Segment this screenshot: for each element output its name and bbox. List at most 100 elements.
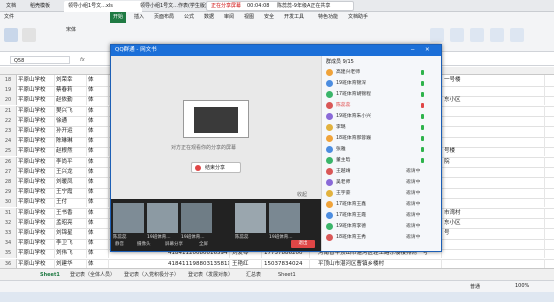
menu-view[interactable]: 视图 (244, 12, 254, 23)
sheet-tab[interactable]: 登记表（入党积极分子） (124, 271, 179, 280)
row-number[interactable]: 25 (0, 146, 17, 157)
cell-name[interactable]: 刘荣幸 (56, 75, 87, 85)
cell-name[interactable]: 李尚平 (56, 156, 87, 167)
cell-type[interactable]: 体 (88, 217, 109, 228)
menu-insert[interactable]: 插入 (134, 12, 144, 23)
cut-icon[interactable] (22, 28, 36, 42)
cell-address[interactable] (444, 85, 545, 96)
cell-school[interactable]: 平原山学校 (18, 115, 55, 126)
cell-address[interactable] (444, 126, 545, 136)
member-item[interactable]: 19班体育李德 邀请中 (326, 222, 438, 231)
video-tile[interactable] (181, 203, 212, 233)
cell-school[interactable]: 平原山学校 (18, 217, 55, 228)
row-number[interactable]: 24 (0, 136, 17, 147)
cell-type[interactable]: 体 (88, 85, 109, 96)
member-item[interactable]: 17班体育王霞 邀请中 (326, 211, 438, 220)
row-number[interactable]: 20 (0, 95, 17, 106)
filter-icon[interactable] (450, 28, 464, 42)
member-item[interactable]: 李璐 (326, 123, 438, 132)
cell-address[interactable] (444, 115, 545, 126)
cell-name[interactable]: 孟昭亮 (56, 217, 87, 228)
cell-type[interactable]: 体 (88, 248, 109, 259)
cell-address[interactable] (444, 166, 545, 177)
cell-name[interactable]: 赵根然 (56, 146, 87, 157)
cell-address[interactable]: 号 (444, 228, 545, 238)
hangup-button[interactable]: 退出 (291, 240, 315, 248)
cell-school[interactable]: 平原山学校 (18, 146, 55, 157)
row-number[interactable]: 28 (0, 177, 17, 187)
cell-type[interactable]: 体 (88, 238, 109, 249)
name-box[interactable]: Q58 (10, 56, 70, 64)
sheet-tab[interactable]: 汇总表 (246, 271, 261, 280)
row-number[interactable]: 21 (0, 105, 17, 116)
view-mode[interactable]: 普通 (470, 283, 480, 290)
member-item[interactable]: 高建兴老师 (326, 68, 438, 77)
menu-doc-assist[interactable]: 文档助手 (348, 12, 368, 23)
menu-data[interactable]: 数据 (204, 12, 214, 23)
cell-name[interactable]: 王书香 (56, 207, 87, 218)
member-item[interactable]: 陈蕊蕊 (326, 101, 438, 110)
cell-school[interactable]: 平原山学校 (18, 105, 55, 116)
cell-name[interactable]: 赵依勤 (56, 95, 87, 106)
cell-type[interactable]: 体 (88, 136, 109, 147)
cell-school[interactable]: 平原山学校 (18, 85, 55, 96)
cell-type[interactable]: 体 (88, 75, 109, 85)
menu-page-layout[interactable]: 页面布局 (154, 12, 174, 23)
member-item[interactable]: 19班体育朱小兴 (326, 112, 438, 121)
cell-school[interactable]: 平原山学校 (18, 177, 55, 187)
menu-start[interactable]: 开始 (110, 12, 127, 23)
cell-address[interactable]: 市湾村 (444, 207, 545, 218)
cell-name[interactable]: 徐通 (56, 115, 87, 126)
cell-school[interactable]: 平原山学校 (18, 75, 55, 85)
cell-school[interactable]: 平原山学校 (18, 156, 55, 167)
menu-dev-tools[interactable]: 开发工具 (284, 12, 304, 23)
member-item[interactable]: 18班体育郝蓉巍 (326, 134, 438, 143)
cell-address[interactable] (444, 105, 545, 116)
cell-school[interactable]: 平原山学校 (18, 187, 55, 198)
row-number[interactable]: 32 (0, 217, 17, 228)
menu-formula[interactable]: 公式 (184, 12, 194, 23)
cell-school[interactable]: 平原山学校 (18, 228, 55, 238)
cell-type[interactable]: 体 (88, 115, 109, 126)
row-number[interactable]: 23 (0, 126, 17, 136)
camera-button[interactable]: 摄像头 (137, 241, 151, 247)
minimize-icon[interactable]: ─ (411, 45, 414, 56)
member-item[interactable]: 17班体育王鑫 邀请中 (326, 200, 438, 209)
screen-share-button[interactable]: 屏幕分享 (165, 241, 183, 247)
cell-school[interactable]: 平原山学校 (18, 95, 55, 106)
close-icon[interactable]: ✕ (425, 45, 430, 56)
cell-school[interactable]: 平原山学校 (18, 197, 55, 208)
mute-button[interactable]: 静音 (115, 241, 124, 247)
cell-type[interactable]: 体 (88, 156, 109, 167)
cell-address[interactable]: 号楼 (444, 146, 545, 157)
cell-type[interactable]: 体 (88, 95, 109, 106)
cell-type[interactable]: 体 (88, 187, 109, 198)
row-number[interactable]: 30 (0, 197, 17, 208)
cell-address[interactable] (444, 238, 545, 249)
menu-file[interactable]: 文件 (4, 12, 14, 23)
cell-name[interactable]: 陈琳琳 (56, 136, 87, 147)
member-item[interactable]: 17班体育胡锦程 (326, 90, 438, 99)
member-item[interactable]: 董主晗 (326, 156, 438, 165)
cell-type[interactable]: 体 (88, 177, 109, 187)
cell-address[interactable]: 院 (444, 156, 545, 167)
sheet-tab[interactable]: Sheet1 (40, 271, 60, 280)
cell-type[interactable]: 体 (88, 146, 109, 157)
cell-address[interactable]: 东小区 (444, 217, 545, 228)
cell-address[interactable] (444, 177, 545, 187)
cell-name[interactable]: 王付 (56, 197, 87, 208)
video-tile[interactable] (113, 203, 144, 233)
cell-address[interactable] (444, 197, 545, 208)
cell-name[interactable]: 刘暖凤 (56, 177, 87, 187)
member-item[interactable]: 18班体育王秀 邀请中 (326, 233, 438, 242)
font-name[interactable]: 宋体 (66, 26, 76, 33)
sheet-tab[interactable]: 登记表（发展对象） (188, 271, 233, 280)
row-number[interactable]: 35 (0, 248, 17, 259)
paste-icon[interactable] (4, 28, 18, 42)
sheet-tab[interactable]: Sheet1 (278, 271, 296, 280)
tab-file-1[interactable]: 领导小组1号文...xls (64, 1, 142, 12)
cell-school[interactable]: 平原山学校 (18, 238, 55, 249)
cell-type[interactable]: 体 (88, 197, 109, 208)
zoom-level[interactable]: 100% (515, 283, 529, 289)
cell-type[interactable]: 体 (88, 105, 109, 116)
